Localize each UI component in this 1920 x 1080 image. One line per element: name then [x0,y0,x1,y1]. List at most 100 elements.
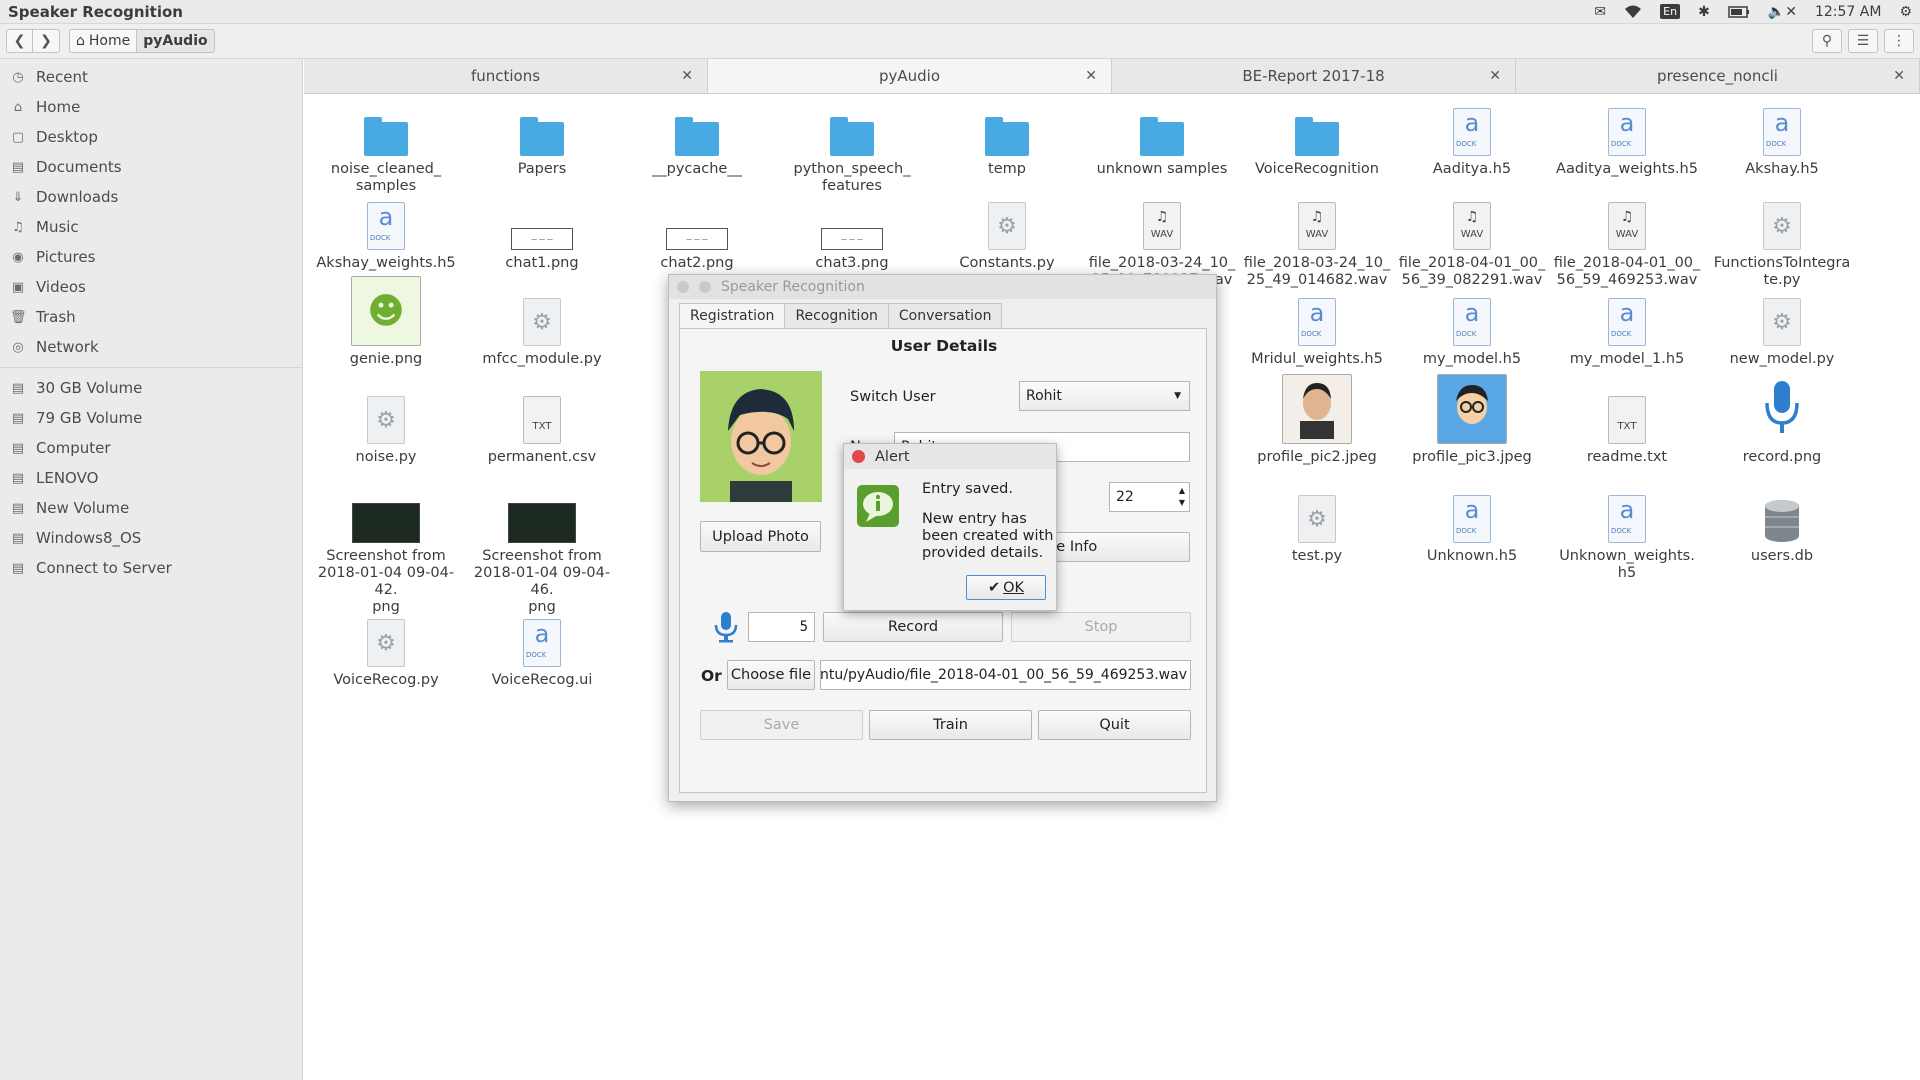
file-item[interactable]: DOCK Aaditya_weights.h5 [1552,101,1702,178]
view-list-button[interactable]: ☰ [1848,29,1878,53]
file-item[interactable]: ⚙ test.py [1242,488,1392,565]
clock[interactable]: 12:57 AM [1815,4,1881,20]
file-item[interactable]: record.png [1707,381,1857,466]
volume-mute-icon[interactable]: 🔈✕ [1768,4,1797,20]
train-button[interactable]: Train [869,710,1032,740]
file-item[interactable]: DOCK Mridul_weights.h5 [1242,291,1392,368]
file-item[interactable]: VoiceRecognition [1242,101,1392,178]
sidebar-device[interactable]: ▤ New Volume [0,493,302,523]
sidebar-device[interactable]: ▤ Computer [0,433,302,463]
notification-icon[interactable]: ✉ [1594,4,1606,20]
sidebar-device[interactable]: ▤ LENOVO [0,463,302,493]
file-item[interactable]: ⚙ new_model.py [1707,291,1857,368]
sidebar-item-videos[interactable]: ▣ Videos [0,272,302,302]
sidebar-device[interactable]: ▤ Connect to Server [0,553,302,583]
file-item[interactable]: DOCK Akshay.h5 [1707,101,1857,178]
file-item[interactable]: ⚙ Constants.py [932,195,1082,272]
back-button[interactable]: ❮ [6,29,33,53]
file-item[interactable]: TXT permanent.csv [467,389,617,466]
file-item[interactable]: TXT readme.txt [1552,389,1702,466]
file-item[interactable]: ⚙ noise.py [311,389,461,466]
file-item[interactable]: Papers [467,101,617,178]
record-duration-field[interactable]: 5 [748,612,815,642]
sidebar-item-music[interactable]: ♫ Music [0,212,302,242]
close-icon[interactable] [677,281,689,293]
file-item[interactable]: python_speech_ features [777,101,927,195]
sidebar-item-pictures[interactable]: ◉ Pictures [0,242,302,272]
file-item[interactable]: DOCK VoiceRecog.ui [467,612,617,689]
language-indicator[interactable]: En [1660,4,1681,19]
file-item[interactable]: noise_cleaned_ samples [311,101,461,195]
sidebar-item-desktop[interactable]: ▢ Desktop [0,122,302,152]
age-spinbox[interactable]: 22 ▲ ▼ [1109,482,1190,512]
sidebar-item-home[interactable]: ⌂ Home [0,92,302,122]
file-item[interactable]: unknown samples [1087,101,1237,178]
file-item[interactable]: ☻ genie.png [311,276,461,368]
file-path-field[interactable]: ibuntu/pyAudio/file_2018-04-01_00_56_59_… [820,660,1191,690]
file-item[interactable]: ⚙ VoiceRecog.py [311,612,461,689]
quit-button[interactable]: Quit [1038,710,1191,740]
file-item[interactable]: WAV ♫ file_2018-04-01_00_ 56_39_082291.wav [1397,195,1547,289]
close-tab-icon[interactable]: ✕ [681,68,693,84]
breadcrumb-current[interactable]: pyAudio [137,29,215,53]
tab-3[interactable]: presence_noncli ✕ [1516,59,1920,93]
save-button[interactable]: Save [700,710,863,740]
sidebar-device[interactable]: ▤ 30 GB Volume [0,373,302,403]
tab-conversation[interactable]: Conversation [887,303,1003,328]
file-item[interactable]: Screenshot from 2018-01-04 09-04-46. png [467,488,617,616]
file-item[interactable]: — — — chat2.png [622,195,772,272]
file-item[interactable]: ⚙ FunctionsToIntegra te.py [1707,195,1857,289]
file-item[interactable]: ⚙ mfcc_module.py [467,291,617,368]
file-item[interactable]: profile_pic2.jpeg [1242,374,1392,466]
search-button[interactable]: ⚲ [1812,29,1842,53]
file-item[interactable]: users.db [1707,488,1857,565]
forward-button[interactable]: ❯ [33,29,60,53]
tab-1[interactable]: pyAudio ✕ [708,59,1112,93]
gear-icon[interactable]: ⚙ [1899,4,1912,20]
file-item[interactable]: DOCK Unknown.h5 [1397,488,1547,565]
choose-file-button[interactable]: Choose file [727,660,815,690]
file-item[interactable]: DOCK Akshay_weights.h5 [311,195,461,272]
close-icon[interactable] [852,450,865,463]
sidebar-item-trash[interactable]: 🗑 Trash [0,302,302,332]
sidebar-device[interactable]: ▤ Windows8_OS [0,523,302,553]
image-thumbnail: — — — [821,228,883,250]
tab-2[interactable]: BE-Report 2017-18 ✕ [1112,59,1516,93]
tab-registration[interactable]: Registration [679,303,786,328]
sidebar-item-recent[interactable]: ◷ Recent [0,62,302,92]
menu-button[interactable]: ⋮ [1884,29,1914,53]
file-item[interactable]: WAV ♫ file_2018-03-24_10_ 25_49_014682.wav [1242,195,1392,289]
ok-button[interactable]: ✔ OK [966,575,1046,600]
tab-recognition[interactable]: Recognition [784,303,889,328]
switch-user-dropdown[interactable]: Rohit ▼ [1019,381,1190,411]
file-item[interactable]: — — — chat3.png [777,195,927,272]
spinner-arrows-icon[interactable]: ▲ ▼ [1179,485,1185,509]
file-item[interactable]: DOCK Unknown_weights. h5 [1552,488,1702,582]
bluetooth-icon[interactable]: ✱ [1698,4,1710,20]
minimize-icon[interactable] [699,281,711,293]
file-item[interactable]: temp [932,101,1082,178]
record-button[interactable]: Record [823,612,1003,642]
file-item[interactable]: Screenshot from 2018-01-04 09-04-42. png [311,488,461,616]
tab-0[interactable]: functions ✕ [304,59,708,93]
sidebar-device[interactable]: ▤ 79 GB Volume [0,403,302,433]
file-name: mfcc_module.py [482,351,602,367]
sidebar-item-network[interactable]: ◎ Network [0,332,302,362]
battery-icon[interactable] [1728,5,1750,18]
wifi-icon[interactable] [1624,5,1642,19]
file-item[interactable]: DOCK Aaditya.h5 [1397,101,1547,178]
file-item[interactable]: DOCK my_model_1.h5 [1552,291,1702,368]
breadcrumb-home[interactable]: ⌂ Home [69,29,138,53]
close-tab-icon[interactable]: ✕ [1893,68,1905,84]
close-tab-icon[interactable]: ✕ [1489,68,1501,84]
sidebar-item-downloads[interactable]: ⇓ Downloads [0,182,302,212]
close-tab-icon[interactable]: ✕ [1085,68,1097,84]
file-item[interactable]: profile_pic3.jpeg [1397,374,1547,466]
file-item[interactable]: DOCK my_model.h5 [1397,291,1547,368]
file-item[interactable]: WAV ♫ file_2018-04-01_00_ 56_59_469253.wav [1552,195,1702,289]
upload-photo-button[interactable]: Upload Photo [700,521,821,552]
sidebar-item-documents[interactable]: ▤ Documents [0,152,302,182]
stop-button[interactable]: Stop [1011,612,1191,642]
file-item[interactable]: __pycache__ [622,101,772,178]
file-item[interactable]: — — — chat1.png [467,195,617,272]
